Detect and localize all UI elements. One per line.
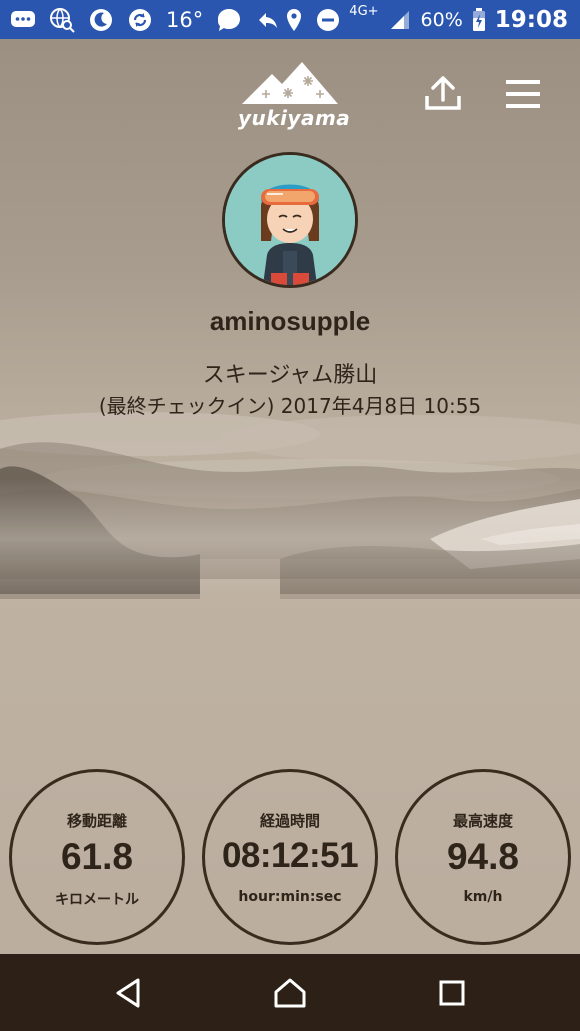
logo-text: yukiyama (238, 106, 351, 130)
home-button[interactable] (270, 974, 310, 1012)
share-upload-icon (425, 76, 461, 110)
reply-icon (255, 7, 281, 33)
last-checkin-time: (最終チェックイン) 2017年4月8日 10:55 (98, 394, 482, 418)
avatar[interactable] (222, 152, 358, 288)
home-icon (274, 978, 306, 1008)
sync-icon (127, 7, 153, 33)
stat-value: 94.8 (446, 836, 519, 877)
stat-label: 経過時間 (259, 812, 320, 830)
globe-search-icon (49, 7, 75, 33)
stat-value: 08:12:51 (221, 836, 359, 875)
hamburger-menu-icon (506, 80, 540, 108)
stat-max-speed: 最高速度 94.8 km/h (395, 769, 571, 945)
mountain-logo-icon (242, 62, 338, 104)
message-icon (10, 7, 36, 33)
stat-value: 61.8 (60, 836, 133, 877)
stat-unit: km/h (463, 889, 503, 905)
stat-elapsed-time: 経過時間 08:12:51 hour:min:sec (202, 769, 378, 945)
stat-distance: 移動距離 61.8 キロメートル (9, 769, 185, 945)
share-button[interactable] (422, 74, 464, 114)
last-checkin-location: スキージャム勝山 (202, 363, 378, 388)
signal-icon (387, 7, 413, 33)
stat-label: 最高速度 (452, 812, 513, 830)
network-type: 4G+ (349, 4, 379, 19)
yukiyama-logo: yukiyama (238, 60, 351, 132)
battery-icon (471, 7, 487, 33)
stat-unit: hour:min:sec (238, 889, 342, 905)
temperature-text: 16° (166, 7, 204, 32)
dnd-icon (315, 7, 341, 33)
avatar-illustration (225, 155, 355, 285)
recents-square-icon (439, 980, 465, 1006)
battery-percent: 60% (420, 8, 463, 31)
stat-unit: キロメートル (55, 892, 139, 908)
stat-label: 移動距離 (66, 812, 127, 830)
chat-bubble-icon (216, 7, 242, 33)
menu-button[interactable] (502, 76, 546, 114)
back-button[interactable] (108, 974, 148, 1012)
location-pin-icon (281, 7, 307, 33)
moon-icon (88, 7, 114, 33)
status-bar: 16° 4G+ 60% 19:08 (0, 0, 580, 39)
username: aminosupple (209, 306, 371, 336)
back-triangle-icon (116, 978, 140, 1008)
system-nav-bar (0, 954, 580, 1031)
clock: 19:08 (494, 6, 568, 33)
recents-button[interactable] (432, 974, 472, 1012)
